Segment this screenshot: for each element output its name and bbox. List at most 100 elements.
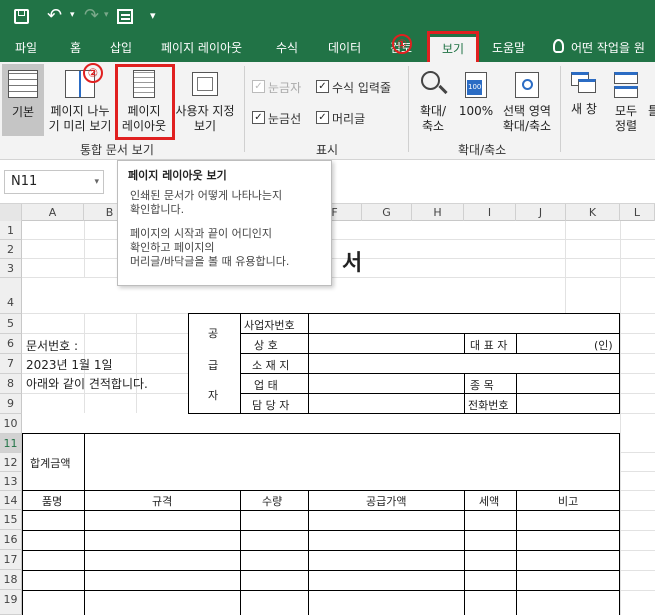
- save-icon[interactable]: [14, 9, 29, 24]
- page-layout-tooltip: 페이지 레이아웃 보기 인쇄된 문서가 어떻게 나타나는지 확인합니다. 페이지…: [117, 160, 332, 286]
- row-header[interactable]: 1: [0, 221, 22, 240]
- select-all-corner[interactable]: [0, 204, 22, 221]
- supplier-char: 공: [208, 327, 219, 340]
- row-header[interactable]: 14: [0, 491, 22, 510]
- biz-type-label: 업 태: [254, 379, 278, 392]
- doc-number-label: 문서번호 :: [26, 339, 79, 353]
- header-tax: 세액: [479, 495, 500, 508]
- tab-help[interactable]: 도움말: [492, 34, 525, 62]
- step-1-marker: ①: [392, 34, 412, 54]
- tell-me-search[interactable]: 어떤 작업을 원: [571, 34, 645, 62]
- column-header-g[interactable]: G: [362, 204, 412, 221]
- address-label: 소 재 지: [252, 359, 290, 372]
- seal-text: (인): [594, 339, 613, 352]
- headings-label: 머리글: [332, 112, 366, 126]
- row-header[interactable]: 18: [0, 570, 22, 590]
- name-box-dropdown-icon[interactable]: ▾: [94, 171, 99, 193]
- new-window-button[interactable]: 새 창: [564, 64, 604, 136]
- row-header[interactable]: 19: [0, 590, 22, 615]
- column-header-h[interactable]: H: [412, 204, 464, 221]
- arrange-all-icon: [614, 72, 638, 98]
- supplier-char: 자: [208, 389, 219, 402]
- group-zoom-label: 확대/축소: [458, 143, 507, 157]
- row-header[interactable]: 16: [0, 530, 22, 550]
- redo-icon: ↷: [84, 5, 100, 26]
- tab-file[interactable]: 파일: [15, 34, 37, 62]
- tab-formulas[interactable]: 수식: [276, 34, 298, 62]
- row-header[interactable]: 12: [0, 453, 22, 472]
- tooltip-title: 페이지 레이아웃 보기: [128, 169, 227, 182]
- row-header[interactable]: 17: [0, 550, 22, 570]
- supplier-char: 급: [208, 359, 219, 372]
- header-price: 공급가액: [366, 495, 407, 508]
- row-header[interactable]: 11: [0, 434, 22, 453]
- tab-page-layout[interactable]: 페이지 레이아웃: [161, 34, 242, 62]
- column-header-l[interactable]: L: [620, 204, 655, 221]
- custom-views-button[interactable]: 사용자 지정 보기: [172, 64, 238, 136]
- phone-label: 전화번호: [468, 399, 509, 412]
- column-header-k[interactable]: K: [566, 204, 620, 221]
- row-header[interactable]: 9: [0, 394, 22, 414]
- row-header[interactable]: 7: [0, 354, 22, 374]
- column-header-j[interactable]: J: [516, 204, 566, 221]
- name-box[interactable]: N11 ▾: [4, 170, 104, 194]
- tab-home[interactable]: 홈: [70, 34, 81, 62]
- tab-data[interactable]: 데이터: [328, 34, 361, 62]
- normal-view-button[interactable]: 기본: [2, 64, 44, 136]
- formula-bar-checkbox[interactable]: ✓: [316, 80, 329, 93]
- row-header[interactable]: 6: [0, 334, 22, 354]
- group-workbook-views-label: 통합 문서 보기: [80, 143, 154, 157]
- form-icon[interactable]: [117, 9, 133, 24]
- row-header[interactable]: 3: [0, 259, 22, 278]
- gridlines-checkbox[interactable]: ✓: [252, 111, 265, 124]
- ruler-label: 눈금자: [268, 81, 302, 95]
- row-header[interactable]: 13: [0, 472, 22, 491]
- page-layout-highlight: [115, 64, 175, 140]
- zoom-to-selection-button[interactable]: 선택 영역 확대/축소: [498, 64, 556, 136]
- gridlines-label: 눈금선: [268, 112, 302, 126]
- ceo-label: 대 표 자: [470, 339, 508, 352]
- zoom-button[interactable]: 확대/ 축소: [412, 64, 454, 136]
- intro-text: 아래와 같이 견적합니다.: [26, 377, 148, 391]
- lightbulb-icon: [553, 39, 564, 53]
- header-spec: 규격: [152, 495, 173, 508]
- item-type-label: 종 목: [470, 379, 494, 392]
- redo-dropdown-icon: ▾: [104, 10, 109, 20]
- ribbon-separator: [560, 66, 561, 152]
- header-item: 품명: [42, 495, 63, 508]
- total-label: 합계금액: [30, 457, 71, 470]
- ruler-checkbox: ✓: [252, 80, 265, 93]
- headings-checkbox[interactable]: ✓: [316, 111, 329, 124]
- arrange-all-button[interactable]: 모두 정렬: [606, 64, 646, 136]
- ribbon-separator: [244, 66, 245, 152]
- company-label: 상 호: [254, 339, 278, 352]
- row-header[interactable]: 15: [0, 510, 22, 530]
- column-header-a[interactable]: A: [22, 204, 84, 221]
- header-qty: 수량: [262, 495, 283, 508]
- customize-toolbar-icon[interactable]: ▾: [150, 9, 156, 22]
- biz-no-label: 사업자번호: [244, 319, 295, 332]
- title-text: 서: [342, 251, 363, 276]
- zoom-100-button[interactable]: 100 100%: [456, 64, 496, 136]
- undo-dropdown-icon[interactable]: ▾: [70, 10, 75, 20]
- undo-icon[interactable]: ↶: [47, 5, 62, 26]
- row-header[interactable]: 8: [0, 374, 22, 394]
- custom-views-icon: [192, 72, 218, 96]
- manager-label: 담 당 자: [252, 399, 290, 412]
- title-bar: ↶ ▾ ↷ ▾ ▾: [0, 0, 655, 34]
- header-note: 비고: [558, 495, 579, 508]
- date-text: 2023년 1월 1일: [26, 358, 113, 372]
- row-header[interactable]: 10: [0, 414, 22, 434]
- row-header[interactable]: 2: [0, 240, 22, 259]
- freeze-panes-button[interactable]: 틀: [648, 104, 655, 120]
- row-header[interactable]: 4: [0, 278, 22, 314]
- zoom-100-icon: 100: [465, 72, 487, 98]
- row-header[interactable]: 5: [0, 314, 22, 334]
- normal-view-icon: [8, 70, 38, 98]
- formula-bar-label: 수식 입력줄: [332, 81, 392, 95]
- tab-insert[interactable]: 삽입: [110, 34, 132, 62]
- page-break-preview-button[interactable]: 페이지 나누 기 미리 보기: [45, 64, 115, 136]
- ribbon-tabs: 파일 홈 삽입 페이지 레이아웃 수식 데이터 검토 보기 도움말 어떤 작업을…: [0, 34, 655, 62]
- column-header-i[interactable]: I: [464, 204, 516, 221]
- magnifier-icon: [419, 70, 448, 100]
